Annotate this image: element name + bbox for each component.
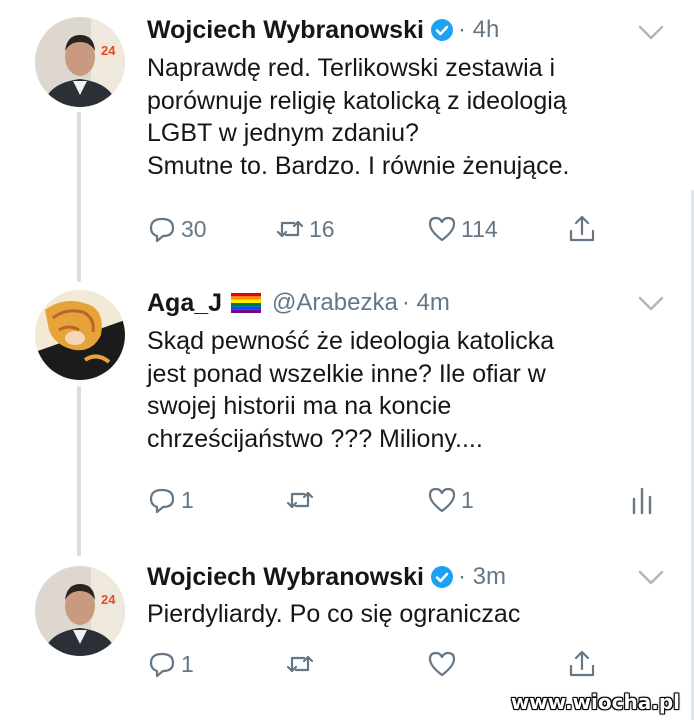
analytics-button[interactable] xyxy=(627,484,657,516)
tweet-actions: 30 16 114 xyxy=(147,213,617,245)
tweet-text-line: jest ponad wszelkie inne? Ile ofiar w xyxy=(147,359,546,388)
author-name[interactable]: Aga_J xyxy=(147,289,222,318)
share-button[interactable] xyxy=(567,648,597,680)
tweet-time[interactable]: · 3m xyxy=(458,563,506,591)
author-name[interactable]: Wojciech Wybranowski xyxy=(147,16,424,45)
tweet-text: Pierdyliardy. Po co się ograniczac xyxy=(147,598,520,631)
reply-button[interactable]: 1 xyxy=(147,648,194,680)
reply-button[interactable]: 1 xyxy=(147,484,194,516)
tweet-text: Skąd pewność że ideologia katolicka jest… xyxy=(147,325,554,455)
tweet-header: Wojciech Wybranowski · 3m xyxy=(147,562,506,592)
retweet-count: 16 xyxy=(309,215,335,242)
tweet-text: Naprawdę red. Terlikowski zestawia i por… xyxy=(147,52,569,182)
svg-text:24: 24 xyxy=(101,43,116,58)
watermark: www.wiocha.pl xyxy=(510,690,680,714)
retweet-icon xyxy=(276,220,304,238)
share-icon xyxy=(569,650,595,677)
like-button[interactable] xyxy=(427,648,457,680)
tweet-time[interactable]: · 4m xyxy=(402,289,450,317)
chevron-down-icon[interactable] xyxy=(638,296,664,312)
share-icon xyxy=(569,215,595,242)
chevron-down-icon[interactable] xyxy=(638,570,664,586)
author-name[interactable]: Wojciech Wybranowski xyxy=(147,563,424,592)
rainbow-flag-icon xyxy=(231,293,262,313)
reply-icon xyxy=(149,217,175,243)
tweet-thread: 24 Wojciech Wybranowski · 4h Naprawdę re… xyxy=(0,0,694,720)
retweet-button[interactable] xyxy=(285,484,315,516)
thread-line xyxy=(77,386,81,556)
svg-text:24: 24 xyxy=(101,592,116,607)
tweet-text-line: Naprawdę red. Terlikowski zestawia i xyxy=(147,54,556,82)
verified-badge-icon xyxy=(430,566,453,588)
retweet-icon xyxy=(286,655,314,673)
like-button[interactable]: 1 xyxy=(427,484,474,516)
reply-button[interactable]: 30 xyxy=(147,213,207,245)
retweet-button[interactable]: 16 xyxy=(275,213,335,245)
heart-icon xyxy=(428,487,456,513)
like-count: 114 xyxy=(461,215,498,242)
tweet-text-line: Skąd pewność że ideologia katolicka xyxy=(147,327,555,355)
thread-line xyxy=(77,112,81,282)
avatar[interactable]: 24 xyxy=(35,566,125,656)
reply-icon xyxy=(149,652,175,678)
avatar[interactable]: 24 xyxy=(35,17,125,107)
chevron-down-icon[interactable] xyxy=(638,25,664,41)
tweet-text-line: swojej historii ma na koncie xyxy=(147,392,452,420)
tweet-actions: 1 1 xyxy=(147,484,652,516)
tweet-header: Aga_J @Arabezka · 4m xyxy=(147,288,450,318)
share-button[interactable] xyxy=(567,213,597,245)
avatar[interactable] xyxy=(35,290,125,380)
author-handle[interactable]: @Arabezka xyxy=(272,289,398,317)
tweet-text-line: LGBT w jednym zdaniu? xyxy=(147,119,419,147)
tweet-text-line: Pierdyliardy. Po co się ograniczac xyxy=(147,600,521,628)
retweet-button[interactable] xyxy=(285,648,315,680)
reply-icon xyxy=(149,488,175,514)
retweet-icon xyxy=(286,491,314,509)
analytics-icon xyxy=(632,487,652,515)
tweet-time[interactable]: · 4h xyxy=(458,16,499,44)
verified-badge-icon xyxy=(430,19,453,41)
reply-count: 30 xyxy=(181,215,207,242)
tweet-header: Wojciech Wybranowski · 4h xyxy=(147,15,499,45)
tweet-actions: 1 xyxy=(147,648,617,680)
reply-count: 1 xyxy=(181,486,194,513)
heart-icon xyxy=(428,216,456,242)
reply-count: 1 xyxy=(181,650,194,677)
like-count: 1 xyxy=(461,486,474,513)
heart-icon xyxy=(428,651,456,677)
tweet-text-line: Smutne to. Bardzo. I równie żenujące. xyxy=(147,151,570,180)
tweet-text-line: chrześcijaństwo ??? Miliony.... xyxy=(147,424,483,453)
like-button[interactable]: 114 xyxy=(427,213,498,245)
tweet-text-line: porównuje religię katolicką z ideologią xyxy=(147,86,567,115)
